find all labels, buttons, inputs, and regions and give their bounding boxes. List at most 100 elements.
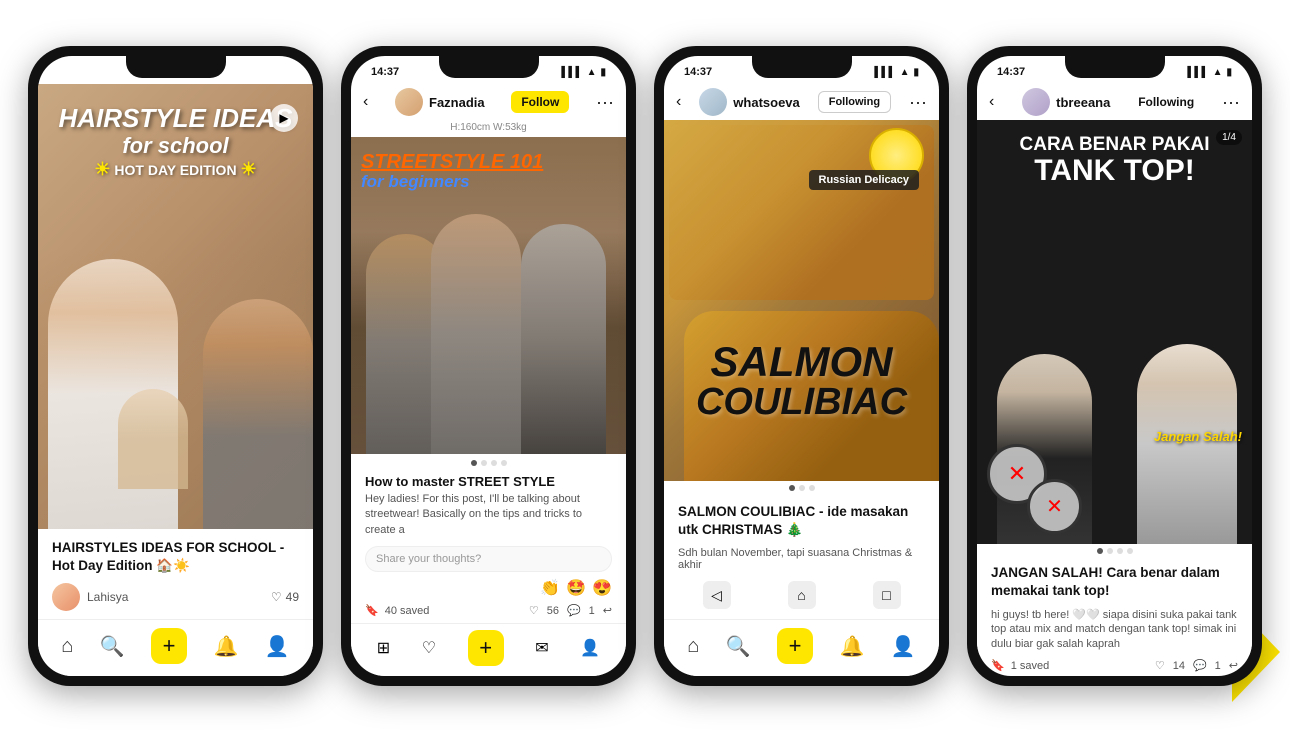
- following-button-4[interactable]: Following: [1138, 95, 1194, 109]
- signal-icon-3: ▌▌▌: [874, 67, 895, 78]
- user-avatar-3[interactable]: [699, 88, 727, 116]
- body-stats: H:160cm W:53kg: [351, 120, 626, 137]
- nav-search-3[interactable]: 🔍: [726, 634, 751, 659]
- phone-1-notch: [126, 56, 226, 78]
- user-avatar-2[interactable]: [395, 88, 423, 116]
- more-options-4[interactable]: ···: [1222, 92, 1240, 113]
- phone4-header: ‹ tbreeana Following ···: [977, 84, 1252, 120]
- wifi-icon: ▲: [274, 67, 284, 78]
- hairstyle-title-line2: for school: [38, 133, 313, 159]
- p3-dot-1: [789, 485, 795, 491]
- slide-counter: 1/4: [1216, 130, 1242, 145]
- comment-icon-2[interactable]: 💬: [567, 604, 581, 617]
- comment-icon-4[interactable]: 💬: [1193, 659, 1207, 672]
- battery-icon: ▮: [287, 67, 293, 78]
- salmon-text: SALMON COULIBIAC: [674, 341, 929, 421]
- nav-home-3[interactable]: ⌂: [687, 635, 699, 658]
- nav-profile[interactable]: 👤: [265, 634, 290, 659]
- nav-grid-2[interactable]: ⊞: [377, 638, 390, 658]
- phone2-dots: [351, 454, 626, 470]
- phone-4-notch: [1065, 56, 1165, 78]
- saved-count-4: 1 saved: [1011, 660, 1050, 672]
- more-options-3[interactable]: ···: [909, 92, 927, 113]
- nav-search[interactable]: 🔍: [100, 634, 125, 659]
- nav-home[interactable]: ⌂: [61, 635, 73, 658]
- p4-dot-2: [1107, 548, 1113, 554]
- phone1-info: HAIRSTYLES IDEAS FOR SCHOOL - Hot Day Ed…: [38, 529, 313, 619]
- phone-2-screen: 14:37 ▌▌▌ ▲ ▮ ‹ Faznadia Follow ··· H:16…: [351, 56, 626, 676]
- signal-icon: ▌▌▌: [248, 67, 269, 78]
- follow-button[interactable]: Follow: [511, 91, 569, 113]
- nav-msg-2[interactable]: ✉: [535, 638, 548, 658]
- cara-benar-text: CARA BENAR PAKAI TANK TOP!: [982, 135, 1247, 186]
- swipe-home[interactable]: ⌂: [788, 581, 816, 609]
- phone-1-screen: 9:41 ▌▌▌ ▲ ▮ ▶ HAIRSTYLE IDEAS for schoo…: [38, 56, 313, 676]
- phone1-image: ▶ HAIRSTYLE IDEAS for school ☀ HOT DAY E…: [38, 84, 313, 529]
- swipe-square[interactable]: □: [873, 581, 901, 609]
- following-button-3[interactable]: Following: [818, 91, 891, 113]
- nav-heart-2[interactable]: ♡: [422, 638, 436, 658]
- back-button-4[interactable]: ‹: [989, 93, 994, 111]
- back-button-3[interactable]: ‹: [676, 93, 681, 111]
- phone-3-screen: 14:37 ▌▌▌ ▲ ▮ ‹ whatsoeva Following ···: [664, 56, 939, 676]
- post-author-row: Lahisya ♡ 49: [52, 583, 299, 611]
- bookmark-icon-2[interactable]: 🔖: [365, 604, 379, 617]
- p4-dot-4: [1127, 548, 1133, 554]
- user-avatar-4[interactable]: [1022, 88, 1050, 116]
- author-avatar[interactable]: [52, 583, 80, 611]
- phone3-dots: [664, 481, 939, 495]
- phone3-image: Russian Delicacy SALMON COULIBIAC: [664, 120, 939, 481]
- post-title: HAIRSTYLES IDEAS FOR SCHOOL - Hot Day Ed…: [52, 539, 299, 575]
- heart-icon-4[interactable]: ♡: [1155, 659, 1165, 672]
- battery-icon-2: ▮: [600, 67, 606, 78]
- share-icon-2[interactable]: ↩: [603, 604, 612, 617]
- swipe-back[interactable]: ◁: [703, 581, 731, 609]
- nav-user-2[interactable]: 👤: [580, 638, 600, 658]
- p4-dot-1: [1097, 548, 1103, 554]
- user-info-row-2: Faznadia: [395, 88, 485, 116]
- phone-4-screen: 14:37 ▌▌▌ ▲ ▮ ‹ tbreeana Following ··· C: [977, 56, 1252, 676]
- comments-count-2: 1: [589, 605, 595, 617]
- phone4-like-row: ♡ 14 💬 1 ↩: [1155, 659, 1238, 672]
- girl-figure-3: [118, 389, 188, 489]
- phone-1: 9:41 ▌▌▌ ▲ ▮ ▶ HAIRSTYLE IDEAS for schoo…: [28, 46, 323, 686]
- post-body-3: Sdh bulan November, tapi suasana Christm…: [678, 547, 925, 571]
- comment-input-2[interactable]: Share your thoughts?: [365, 546, 612, 572]
- p3-dot-2: [799, 485, 805, 491]
- phone3-bottom-nav: ⌂ 🔍 + 🔔 👤: [664, 619, 939, 676]
- wifi-icon-2: ▲: [587, 67, 597, 78]
- nav-profile-3[interactable]: 👤: [891, 634, 916, 659]
- heart-icon-2[interactable]: ♡: [529, 604, 539, 617]
- user-info-row-3: whatsoeva: [699, 88, 799, 116]
- phone1-content: ▶ HAIRSTYLE IDEAS for school ☀ HOT DAY E…: [38, 84, 313, 676]
- more-options-2[interactable]: ···: [596, 92, 614, 113]
- nav-bell-3[interactable]: 🔔: [840, 634, 865, 659]
- share-icon-4[interactable]: ↩: [1229, 659, 1238, 672]
- dot-4: [501, 460, 507, 466]
- author-name: Lahisya: [87, 590, 128, 604]
- phone4-info: JANGAN SALAH! Cara benar dalam memakai t…: [977, 556, 1252, 655]
- p3-dot-3: [809, 485, 815, 491]
- nav-bell[interactable]: 🔔: [214, 634, 239, 659]
- phone3-info: SALMON COULIBIAC - ide masakan utk CHRIS…: [664, 495, 939, 575]
- user-info-row-4: tbreeana: [1022, 88, 1110, 116]
- phone-3-notch: [752, 56, 852, 78]
- wifi-icon-3: ▲: [900, 67, 910, 78]
- nav-plus-2[interactable]: +: [468, 630, 504, 666]
- nav-plus-button[interactable]: +: [151, 628, 187, 664]
- jangan-salah: Jangan Salah!: [1154, 429, 1242, 444]
- likes-4: 14: [1173, 660, 1185, 672]
- play-button[interactable]: ▶: [270, 104, 298, 132]
- coulibiac-title: COULIBIAC: [674, 383, 929, 421]
- street-text-1: STREETSTYLE 101: [361, 152, 616, 172]
- phone2-header: ‹ Faznadia Follow ···: [351, 84, 626, 120]
- streetstyle-title: STREETSTYLE 101 for beginners: [361, 152, 616, 192]
- russian-badge: Russian Delicacy: [809, 170, 920, 190]
- dot-2: [481, 460, 487, 466]
- back-button-2[interactable]: ‹: [363, 93, 368, 111]
- post-body-4: hi guys! tb here! 🤍🤍 siapa disini suka p…: [991, 608, 1238, 651]
- nav-plus-3[interactable]: +: [777, 628, 813, 664]
- status-time-2: 14:37: [371, 66, 399, 78]
- bookmark-icon-4[interactable]: 🔖: [991, 659, 1005, 672]
- girl-figure-2: [203, 299, 313, 529]
